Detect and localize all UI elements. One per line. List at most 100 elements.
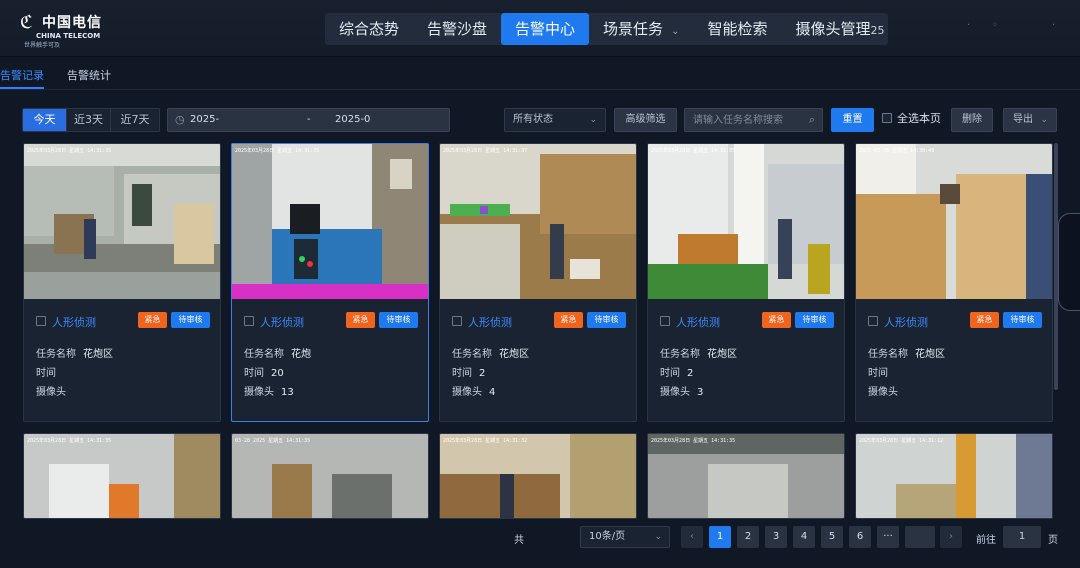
card-checkbox[interactable] bbox=[868, 316, 878, 326]
card-checkbox[interactable] bbox=[36, 316, 46, 326]
main-nav: 综合态势 告警沙盘 告警中心 场景任务 ⌄ 智能检索 摄像头管理25 bbox=[325, 13, 889, 45]
snapshot-image[interactable]: 2025年03月28日 星期五 14:31:35 bbox=[24, 434, 220, 518]
active-tab-indicator bbox=[0, 87, 44, 89]
page-size-select[interactable]: 10条/页 ⌄ bbox=[580, 526, 670, 548]
date-range-picker[interactable]: ◷ 2025- - 2025-0 bbox=[167, 108, 450, 132]
tab-alarm-records[interactable]: 告警记录 bbox=[0, 67, 44, 83]
sub-tabs: 告警记录 告警统计 bbox=[0, 58, 1080, 90]
date-range-quick-select: 今天 近3天 近7天 bbox=[22, 108, 160, 132]
last-page-button[interactable] bbox=[905, 526, 935, 548]
alarm-type: 人形侦测 bbox=[468, 316, 512, 329]
nav-overflow-text: 25 bbox=[870, 24, 885, 37]
snapshot-timestamp: 2025年03月28日 星期五 14:31:32 bbox=[443, 438, 528, 444]
time-row: 时间 20 bbox=[244, 368, 284, 379]
snapshot-image[interactable]: 2025年03月28日 星期五 14:31:35 bbox=[648, 144, 844, 299]
nav-item-alarm-sandbox[interactable]: 告警沙盘 bbox=[413, 13, 501, 45]
snapshot-image[interactable]: 2025年03月28日 星期五 14:31:35 bbox=[648, 434, 844, 518]
app-root: ℭ 中国电信 CHINA TELECOM 世界触手可及 综合态势 告警沙盘 告警… bbox=[0, 0, 1080, 568]
reset-button[interactable]: 重置 bbox=[831, 108, 874, 132]
advanced-filter-button[interactable]: 高级筛选 bbox=[614, 108, 677, 132]
task-search-input[interactable] bbox=[685, 109, 803, 131]
range-3days-button[interactable]: 近3天 bbox=[67, 109, 111, 131]
task-row: 任务名称 花炮区 bbox=[452, 349, 529, 360]
camera-row: 摄像头 13 bbox=[244, 387, 294, 398]
pending-review-button[interactable]: 待审核 bbox=[1003, 312, 1042, 328]
nav-item-overview[interactable]: 综合态势 bbox=[325, 13, 413, 45]
pagination: 共 10条/页 ⌄ ‹ 1 2 3 4 5 6 ··· › 前往 1 页 bbox=[0, 526, 1080, 548]
side-drawer-handle[interactable] bbox=[1058, 213, 1080, 311]
alarm-card[interactable]: 2025年03月28日 星期五 14:31:35 bbox=[647, 433, 845, 519]
alarm-type: 人形侦测 bbox=[884, 316, 928, 329]
alarm-card[interactable]: 2025年03月28日 星期五 14:31:35 人形侦测 紧急 待审核 任务名… bbox=[231, 143, 429, 422]
alarm-card[interactable]: 2025年03月28日 星期五 14:31:12 bbox=[855, 433, 1053, 519]
page-button[interactable]: 4 bbox=[793, 526, 815, 548]
card-checkbox[interactable] bbox=[452, 316, 462, 326]
export-button[interactable]: 导出 ⌄ bbox=[1003, 108, 1057, 132]
page-button[interactable]: 5 bbox=[821, 526, 843, 548]
snapshot-image[interactable]: 2025年03月28日 星期五 14:31:37 bbox=[440, 144, 636, 299]
snapshot-image[interactable]: 03-28 2025 星期五 14:31:35 bbox=[232, 434, 428, 518]
delete-button[interactable]: 删除 bbox=[951, 108, 993, 132]
alarm-card[interactable]: 2025年03月28日 星期五 14:31:35 bbox=[23, 433, 221, 519]
snapshot-image[interactable]: 2025年03月28日 星期五 14:31:12 bbox=[856, 434, 1052, 518]
top-header: ℭ 中国电信 CHINA TELECOM 世界触手可及 综合态势 告警沙盘 告警… bbox=[0, 0, 1080, 57]
logo-text-cn: 中国电信 bbox=[42, 15, 102, 31]
time-row: 时间 bbox=[36, 368, 56, 379]
nav-item-alarm-center[interactable]: 告警中心 bbox=[501, 13, 590, 45]
card-checkbox[interactable] bbox=[244, 316, 254, 326]
pending-review-button[interactable]: 待审核 bbox=[587, 312, 626, 328]
task-row: 任务名称 花炮区 bbox=[868, 349, 945, 360]
range-7days-button[interactable]: 近7天 bbox=[111, 109, 159, 131]
snapshot-timestamp: 2025年03月28日 星期五 14:31:35 bbox=[651, 438, 736, 444]
alarm-type: 人形侦测 bbox=[52, 316, 96, 329]
pending-review-button[interactable]: 待审核 bbox=[379, 312, 418, 328]
nav-item-scene-tasks[interactable]: 场景任务 ⌄ bbox=[589, 13, 693, 45]
time-row: 时间 2 bbox=[452, 368, 486, 379]
range-today-button[interactable]: 今天 bbox=[23, 109, 67, 131]
alarm-card[interactable]: 2025-03-28 星期五 14:30:49 人形侦测 紧急 待审核 任务名称… bbox=[855, 143, 1053, 422]
snapshot-timestamp: 2025年03月28日 星期五 14:31:35 bbox=[27, 148, 112, 154]
alarm-card[interactable]: 2025年03月28日 星期五 14:31:35 人形侦测 紧急 待审核 任务名… bbox=[23, 143, 221, 422]
snapshot-image[interactable]: 2025年03月28日 星期五 14:31:35 bbox=[232, 144, 428, 299]
brand-logo[interactable]: ℭ 中国电信 CHINA TELECOM 世界触手可及 bbox=[18, 10, 108, 50]
urgent-badge: 紧急 bbox=[762, 312, 791, 328]
camera-row: 摄像头 bbox=[36, 387, 66, 398]
more-pages-button[interactable]: ··· bbox=[877, 526, 899, 548]
card-checkbox[interactable] bbox=[660, 316, 670, 326]
camera-row: 摄像头 3 bbox=[660, 387, 704, 398]
snapshot-image[interactable]: 2025年03月28日 星期五 14:31:32 bbox=[440, 434, 636, 518]
header-icon-1[interactable]: · bbox=[967, 20, 970, 31]
alarm-card[interactable]: 2025年03月28日 星期五 14:31:32 bbox=[439, 433, 637, 519]
tab-alarm-statistics[interactable]: 告警统计 bbox=[67, 67, 111, 83]
header-icon-3[interactable]: · bbox=[1052, 20, 1055, 31]
chevron-down-icon: ⌄ bbox=[671, 26, 680, 37]
select-all-checkbox[interactable]: 全选本页 bbox=[882, 110, 941, 126]
logo-slogan: 世界触手可及 bbox=[24, 42, 61, 49]
prev-page-button[interactable]: ‹ bbox=[681, 526, 703, 548]
page-button[interactable]: 3 bbox=[765, 526, 787, 548]
snapshot-image[interactable]: 2025-03-28 星期五 14:30:49 bbox=[856, 144, 1052, 299]
filter-toolbar: 今天 近3天 近7天 ◷ 2025- - 2025-0 所有状态 ⌄ 高级筛选 … bbox=[0, 106, 1080, 134]
date-separator: - bbox=[307, 114, 311, 125]
task-search: ⌕ bbox=[684, 108, 823, 132]
header-icon-2[interactable]: ◦ bbox=[992, 20, 998, 31]
nav-item-smart-search[interactable]: 智能检索 bbox=[693, 13, 781, 45]
date-end: 2025-0 bbox=[335, 114, 371, 125]
page-button[interactable]: 6 bbox=[849, 526, 871, 548]
nav-item-camera-management[interactable]: 摄像头管理25 bbox=[781, 13, 888, 45]
page-button[interactable]: 1 bbox=[709, 526, 731, 548]
next-page-button[interactable]: › bbox=[940, 526, 962, 548]
alarm-card[interactable]: 2025年03月28日 星期五 14:31:35 人形侦测 紧急 待审核 任务名… bbox=[647, 143, 845, 422]
search-icon[interactable]: ⌕ bbox=[809, 113, 815, 127]
snapshot-image[interactable]: 2025年03月28日 星期五 14:31:35 bbox=[24, 144, 220, 299]
task-row: 任务名称 花炮区 bbox=[36, 349, 113, 360]
goto-page-input[interactable]: 1 bbox=[1003, 526, 1041, 548]
checkbox-icon bbox=[882, 113, 892, 123]
time-row: 时间 2 bbox=[660, 368, 694, 379]
pending-review-button[interactable]: 待审核 bbox=[795, 312, 834, 328]
page-button[interactable]: 2 bbox=[737, 526, 759, 548]
alarm-card[interactable]: 03-28 2025 星期五 14:31:35 bbox=[231, 433, 429, 519]
alarm-card[interactable]: 2025年03月28日 星期五 14:31:37 人形侦测 紧急 待审核 任务名… bbox=[439, 143, 637, 422]
pending-review-button[interactable]: 待审核 bbox=[171, 312, 210, 328]
status-select[interactable]: 所有状态 ⌄ bbox=[504, 108, 606, 132]
